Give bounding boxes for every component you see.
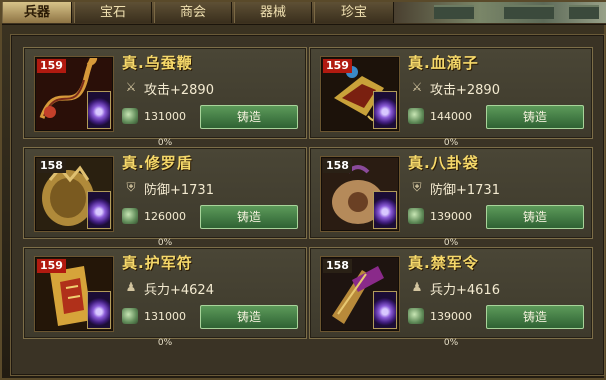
ore-icon xyxy=(408,208,424,224)
tab-gems[interactable]: 宝石 xyxy=(74,2,152,23)
level-badge: 159 xyxy=(37,59,66,73)
ore-icon xyxy=(122,108,138,124)
item-stat: 防御+1731 xyxy=(430,183,500,198)
tab-guild[interactable]: 商会 xyxy=(154,2,232,23)
forge-progress: 0% xyxy=(24,338,306,348)
forge-panel: 159 真.乌蚕鞭 ⚔ 攻击+2890 131000 铸造 0% 159 真.血… xyxy=(10,34,605,376)
soldier-icon: ♟ xyxy=(411,280,423,294)
forge-cost: 126000 xyxy=(144,210,186,223)
shield-icon: ⛨ xyxy=(412,180,422,194)
ore-icon xyxy=(122,208,138,224)
item-stat: 防御+1731 xyxy=(144,183,214,198)
forge-button[interactable]: 铸造 xyxy=(486,305,584,329)
forge-button[interactable]: 铸造 xyxy=(200,105,298,129)
item-card: 158 真.禁军令 ♟ 兵力+4616 139000 铸造 0% xyxy=(309,247,593,348)
sword-icon: ⚔ xyxy=(411,80,423,94)
background-scenery xyxy=(394,2,606,23)
category-tab-bar: 兵器 宝石 商会 器械 珍宝 xyxy=(2,2,606,25)
forge-cost: 131000 xyxy=(144,310,186,323)
forge-button[interactable]: 铸造 xyxy=(486,205,584,229)
item-stat: 攻击+2890 xyxy=(144,83,214,98)
progress-text: 0% xyxy=(157,338,173,348)
forge-cost: 144000 xyxy=(430,110,472,123)
item-name: 真.修罗盾 xyxy=(122,154,193,172)
item-stat: 兵力+4616 xyxy=(430,283,500,298)
gem-socket-icon xyxy=(87,91,111,129)
forge-progress: 0% xyxy=(310,338,592,348)
gem-socket-icon xyxy=(373,191,397,229)
item-card: 159 真.乌蚕鞭 ⚔ 攻击+2890 131000 铸造 0% xyxy=(23,47,307,148)
progress-text: 0% xyxy=(443,338,459,348)
item-portrait[interactable]: 159 xyxy=(34,56,114,132)
item-card: 159 真.护军符 ♟ 兵力+4624 131000 铸造 0% xyxy=(23,247,307,348)
item-portrait[interactable]: 158 xyxy=(320,156,400,232)
item-name: 真.乌蚕鞭 xyxy=(122,54,193,72)
tab-treasures[interactable]: 珍宝 xyxy=(314,2,394,23)
level-badge: 159 xyxy=(323,59,352,73)
level-badge: 158 xyxy=(37,159,66,173)
forge-cost: 139000 xyxy=(430,210,472,223)
gem-socket-icon xyxy=(373,291,397,329)
gem-socket-icon xyxy=(373,91,397,129)
item-portrait[interactable]: 158 xyxy=(34,156,114,232)
item-card: 159 真.血滴子 ⚔ 攻击+2890 144000 铸造 0% xyxy=(309,47,593,148)
ore-icon xyxy=(122,308,138,324)
item-name: 真.血滴子 xyxy=(408,54,479,72)
item-portrait[interactable]: 159 xyxy=(320,56,400,132)
sword-icon: ⚔ xyxy=(125,80,137,94)
soldier-icon: ♟ xyxy=(125,280,137,294)
forge-cost: 139000 xyxy=(430,310,472,323)
tab-machinery[interactable]: 器械 xyxy=(234,2,312,23)
item-stat: 攻击+2890 xyxy=(430,83,500,98)
ore-icon xyxy=(408,108,424,124)
game-window: 兵器 宝石 商会 器械 珍宝 159 真.乌蚕鞭 ⚔ 攻击+2890 13100… xyxy=(0,0,606,380)
level-badge: 159 xyxy=(37,259,66,273)
item-card: 158 真.修罗盾 ⛨ 防御+1731 126000 铸造 0% xyxy=(23,147,307,248)
forge-cost: 131000 xyxy=(144,110,186,123)
forge-button[interactable]: 铸造 xyxy=(486,105,584,129)
item-portrait[interactable]: 159 xyxy=(34,256,114,332)
tab-weapons[interactable]: 兵器 xyxy=(2,2,72,23)
item-stat: 兵力+4624 xyxy=(144,283,214,298)
item-name: 真.八卦袋 xyxy=(408,154,479,172)
item-card: 158 真.八卦袋 ⛨ 防御+1731 139000 铸造 0% xyxy=(309,147,593,248)
ore-icon xyxy=(408,308,424,324)
gem-socket-icon xyxy=(87,291,111,329)
item-name: 真.禁军令 xyxy=(408,254,479,272)
level-badge: 158 xyxy=(323,259,352,273)
shield-icon: ⛨ xyxy=(126,180,136,194)
level-badge: 158 xyxy=(323,159,352,173)
item-name: 真.护军符 xyxy=(122,254,193,272)
forge-button[interactable]: 铸造 xyxy=(200,205,298,229)
item-portrait[interactable]: 158 xyxy=(320,256,400,332)
gem-socket-icon xyxy=(87,191,111,229)
forge-button[interactable]: 铸造 xyxy=(200,305,298,329)
